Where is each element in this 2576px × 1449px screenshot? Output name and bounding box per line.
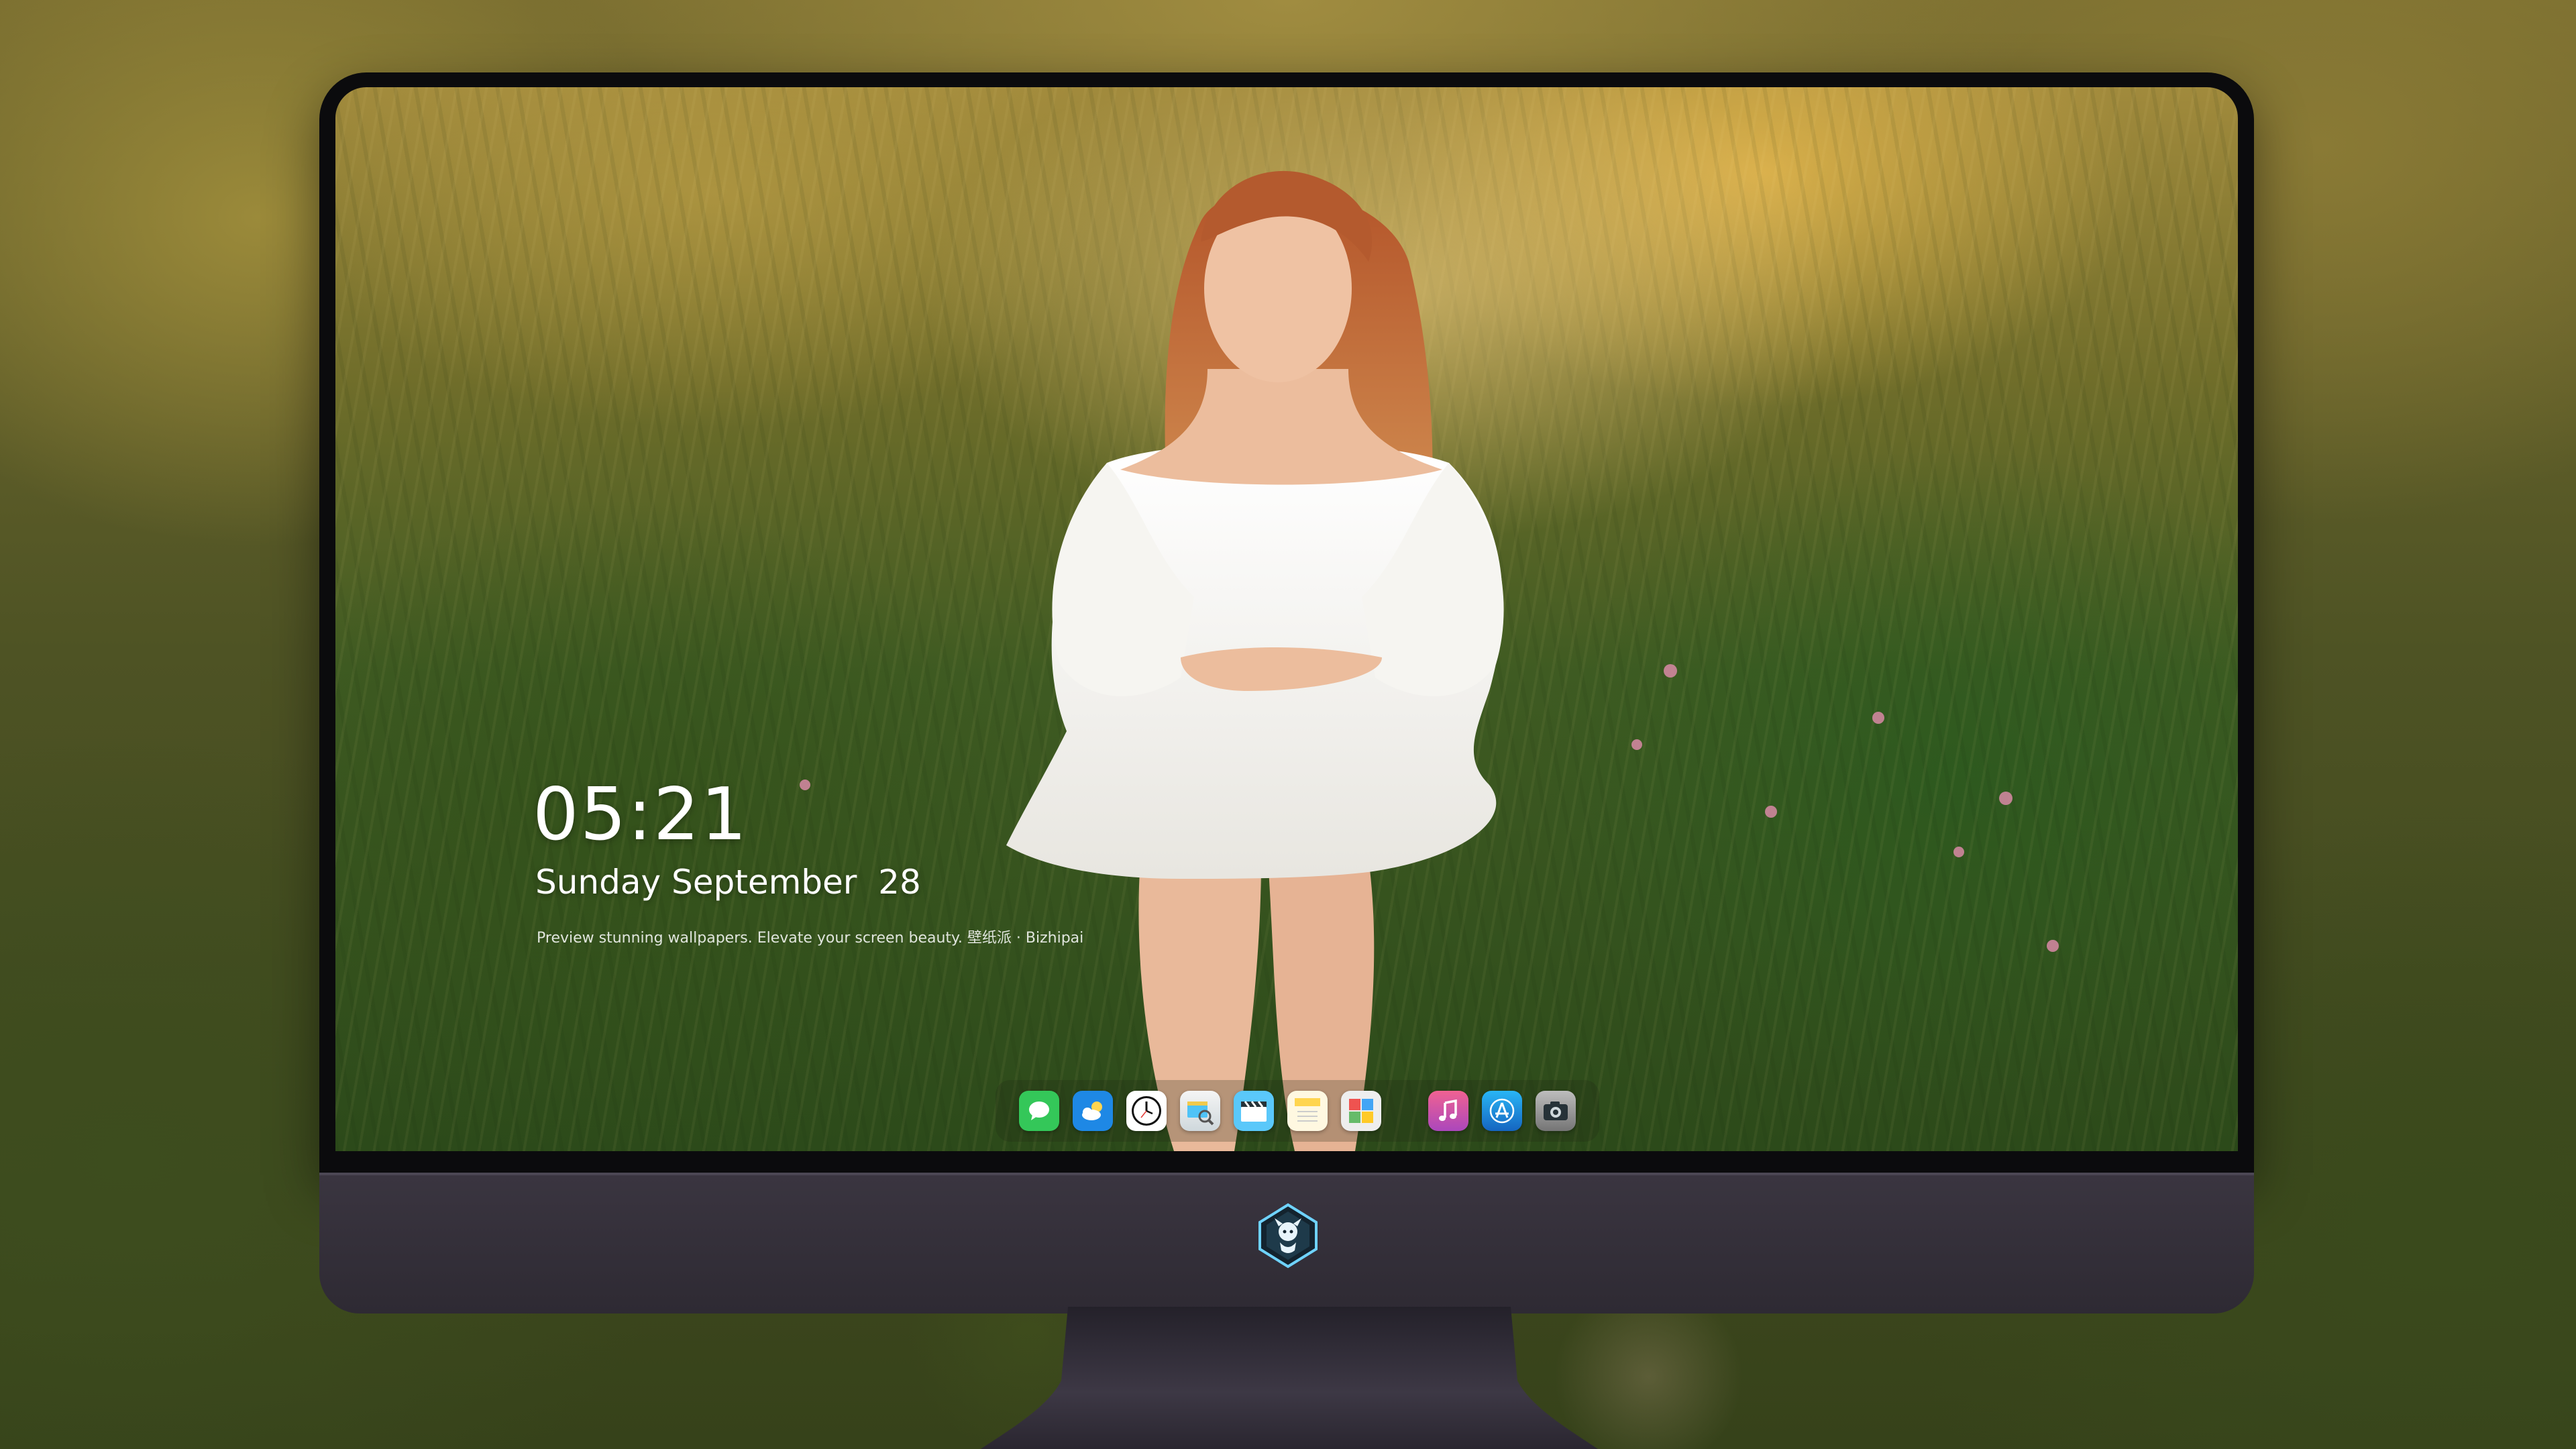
notes-icon bbox=[1295, 1098, 1320, 1122]
dock-separator bbox=[1395, 1091, 1415, 1131]
monitor-chin bbox=[319, 1173, 2254, 1313]
monitor-stand bbox=[981, 1307, 1598, 1449]
dock-item-clock[interactable] bbox=[1126, 1091, 1167, 1131]
dock-item-camera[interactable] bbox=[1536, 1091, 1576, 1131]
dock-item-messages[interactable] bbox=[1019, 1091, 1059, 1131]
cloud-sun-icon bbox=[1082, 1102, 1102, 1120]
lockscreen-date: Sunday September 28 bbox=[535, 863, 921, 902]
music-note-icon bbox=[1439, 1099, 1457, 1121]
camera-icon bbox=[1544, 1102, 1568, 1120]
dock-item-video[interactable] bbox=[1234, 1091, 1274, 1131]
message-bubble-icon bbox=[1029, 1102, 1049, 1120]
clock-icon bbox=[1132, 1096, 1161, 1126]
lockscreen-time: 05:21 bbox=[533, 773, 749, 857]
dock-item-music[interactable] bbox=[1428, 1091, 1468, 1131]
brand-logo-icon bbox=[1258, 1203, 1318, 1269]
app-store-icon bbox=[1489, 1098, 1515, 1124]
photo-grid-icon bbox=[1349, 1099, 1373, 1123]
monitor: 05:21 Sunday September 28 Preview stunni… bbox=[319, 72, 2254, 1449]
screen-wallpaper: 05:21 Sunday September 28 Preview stunni… bbox=[335, 87, 2238, 1151]
clapperboard-icon bbox=[1241, 1101, 1267, 1122]
monitor-bezel: 05:21 Sunday September 28 Preview stunni… bbox=[319, 72, 2254, 1173]
dock-item-preview[interactable] bbox=[1180, 1091, 1220, 1131]
dock-item-app-store[interactable] bbox=[1482, 1091, 1522, 1131]
dock-item-photos[interactable] bbox=[1341, 1091, 1381, 1131]
dock-item-notes[interactable] bbox=[1287, 1091, 1328, 1131]
preview-icon bbox=[1187, 1102, 1214, 1126]
lockscreen-tagline: Preview stunning wallpapers. Elevate you… bbox=[537, 930, 1084, 947]
dock-item-weather[interactable] bbox=[1073, 1091, 1113, 1131]
dock bbox=[996, 1080, 1599, 1142]
wallpaper-subject bbox=[800, 87, 2059, 1151]
